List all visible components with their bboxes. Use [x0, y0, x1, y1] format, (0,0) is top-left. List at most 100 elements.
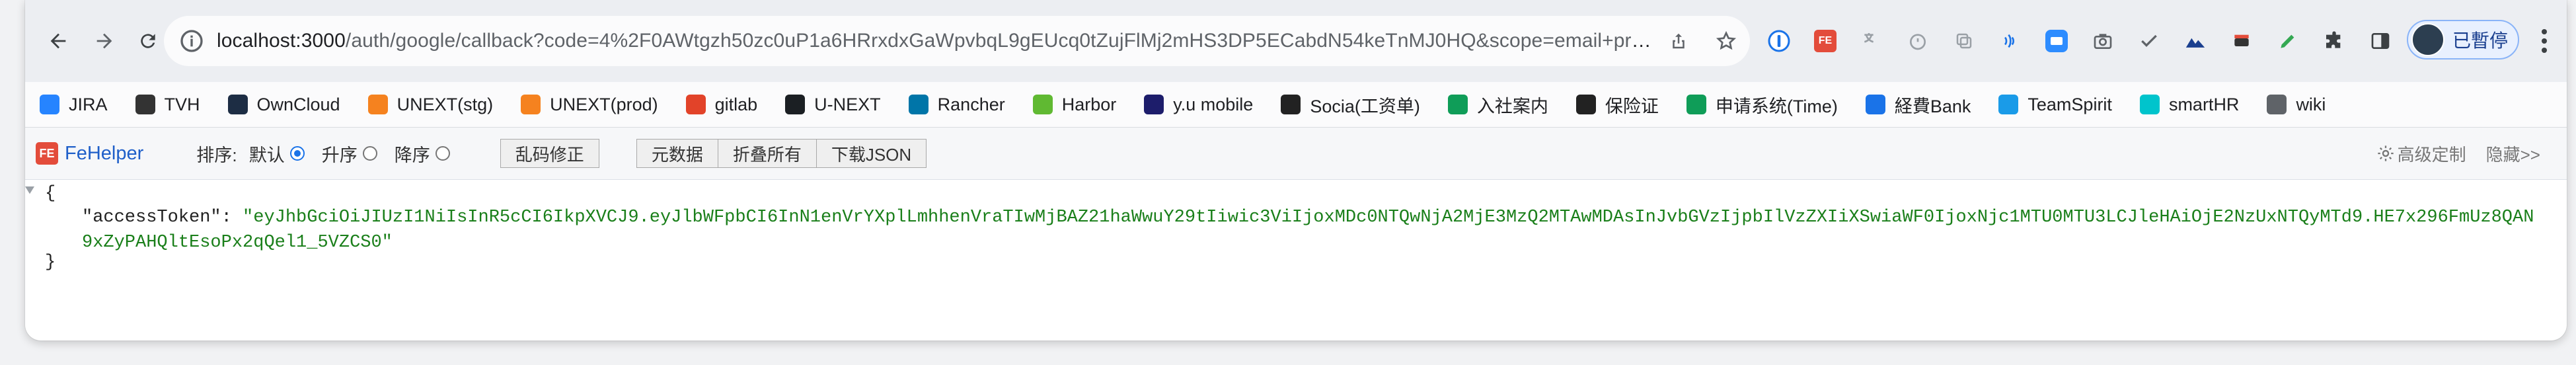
bookmark-item[interactable]: Rancher — [908, 94, 1005, 115]
bookmark-item[interactable]: 経費Bank — [1865, 92, 1971, 118]
gitlab-icon — [685, 95, 706, 114]
bookmark-item[interactable]: UNEXT(prod) — [521, 95, 658, 115]
bookmark-label: U-NEXT — [814, 94, 881, 114]
jira-icon — [40, 95, 59, 114]
fehelper-title[interactable]: FeHelper — [65, 143, 143, 165]
timer-extension-icon[interactable] — [1902, 25, 1934, 57]
sort-asc-label: 升序 — [321, 145, 358, 165]
rancher-icon — [908, 95, 928, 114]
bookmark-item[interactable]: JIRA — [40, 95, 108, 115]
radio-checked-icon[interactable] — [289, 146, 305, 161]
fehelper-icon[interactable]: FE — [1809, 25, 1841, 57]
json-viewer: { "accessToken": "eyJhbGciOiJIUzI1NiIsIn… — [25, 180, 2567, 341]
forward-button[interactable] — [86, 22, 123, 60]
radio-unchecked-icon[interactable] — [362, 146, 377, 161]
bookmark-item[interactable]: TeamSpirit — [1998, 95, 2112, 115]
bookmark-label: UNEXT(prod) — [550, 94, 658, 114]
profile-button[interactable]: 已暫停 — [2407, 20, 2519, 60]
bookmark-item[interactable]: 入社案内 — [1447, 92, 1548, 118]
smarthr-icon — [2139, 95, 2160, 114]
bookmark-item[interactable]: 申请系统(Time) — [1686, 92, 1838, 118]
sort-desc-radio[interactable]: 降序 — [395, 141, 450, 167]
sort-asc-radio[interactable]: 升序 — [322, 141, 377, 167]
fehelper-logo-icon: FE — [36, 142, 58, 165]
folder-icon — [2267, 95, 2287, 114]
browser-menu-icon[interactable] — [2531, 22, 2557, 60]
bookmark-label: JIRA — [69, 94, 108, 114]
bookmark-item[interactable]: UNEXT(stg) — [367, 95, 493, 115]
bookmark-item[interactable]: wiki — [2267, 95, 2326, 115]
yu-icon — [1144, 95, 1164, 114]
bookmark-label: Rancher — [937, 94, 1005, 114]
back-button[interactable] — [40, 22, 77, 60]
bookmark-item[interactable]: OwnCloud — [227, 95, 340, 115]
pencil-icon[interactable] — [2272, 25, 2304, 57]
unext-icon — [521, 95, 541, 114]
url-path: /auth/google/callback?code=4%2F0AWtgzh50… — [345, 30, 1655, 52]
side-panel-icon[interactable] — [2365, 25, 2396, 57]
sort-desc-label: 降序 — [394, 145, 430, 165]
collapse-all-button[interactable]: 折叠所有 — [718, 139, 817, 168]
audio-wave-icon[interactable] — [1994, 25, 2026, 57]
bank-icon — [1865, 95, 1885, 114]
checkmark-icon[interactable] — [2133, 25, 2165, 57]
bookmark-label: Socia(工资单) — [1310, 96, 1420, 116]
address-bar[interactable]: localhost:3000/auth/google/callback?code… — [164, 16, 1750, 66]
fix-encoding-button[interactable]: 乱码修正 — [500, 139, 599, 168]
gear-icon[interactable] — [2376, 144, 2395, 163]
bookmark-item[interactable]: U-NEXT — [785, 95, 881, 115]
bookmark-label: Harbor — [1061, 94, 1117, 114]
camera-icon[interactable] — [2087, 25, 2119, 57]
bookmark-label: TVH — [164, 94, 200, 114]
person-icon — [135, 95, 155, 114]
share-icon[interactable] — [1664, 26, 1693, 56]
reload-icon — [141, 34, 155, 48]
copy-extension-icon[interactable] — [1948, 25, 1980, 57]
bookmark-label: TeamSpirit — [2027, 94, 2112, 114]
bookmark-label: y.u mobile — [1173, 94, 1254, 114]
sort-default-radio[interactable]: 默认 — [249, 141, 305, 167]
radio-unchecked-icon[interactable] — [435, 146, 450, 161]
reload-button[interactable] — [130, 22, 167, 60]
browser-toolbar: localhost:3000/auth/google/callback?code… — [25, 0, 2567, 82]
onepassword-icon[interactable] — [1763, 25, 1795, 57]
bookmarks-bar: JIRA TVH OwnCloud UNEXT(stg) UNEXT(prod) gitl… — [25, 82, 2567, 128]
json-entry: "accessToken": "eyJhbGciOiJIUzI1NiIsInR5… — [82, 205, 2540, 255]
harbor-icon — [1032, 95, 1053, 114]
bookmark-item[interactable]: Socia(工资单) — [1281, 92, 1420, 118]
advanced-settings-link[interactable]: 高级定制 — [2398, 142, 2466, 166]
bookmark-label: 申请系统(Time) — [1715, 96, 1838, 116]
back-arrow-icon — [50, 33, 66, 49]
eraser-icon[interactable] — [2226, 25, 2257, 57]
bookmark-item[interactable]: TVH — [135, 95, 200, 115]
cloud-icon — [227, 95, 248, 114]
unext-icon — [367, 95, 388, 114]
bookmark-star-icon[interactable] — [1712, 26, 1741, 56]
bookmark-label: 保险证 — [1605, 96, 1659, 116]
bookmark-item[interactable]: smartHR — [2139, 94, 2240, 115]
bookmark-item[interactable]: Harbor — [1032, 94, 1117, 115]
site-info-icon[interactable] — [178, 28, 205, 54]
json-value[interactable]: "eyJhbGciOiJIUzI1NiIsInR5cCI6IkpXVCJ9.ey… — [82, 208, 2534, 253]
mountain-icon[interactable] — [2179, 25, 2211, 57]
bookmark-item[interactable]: y.u mobile — [1144, 95, 1253, 115]
bookmark-item[interactable]: gitlab — [685, 95, 757, 115]
collapse-caret-icon[interactable] — [25, 186, 34, 196]
teamspirit-icon — [1998, 95, 2019, 114]
zoom-icon[interactable] — [2041, 25, 2072, 57]
raw-data-button[interactable]: 元数据 — [636, 139, 718, 168]
globe-icon — [1575, 95, 1596, 114]
hide-link[interactable]: 隐藏>> — [2486, 142, 2540, 166]
translate-icon[interactable] — [1856, 25, 1887, 57]
globe-icon — [1281, 95, 1301, 114]
bookmark-label: smartHR — [2168, 94, 2240, 114]
json-key: "accessToken": — [82, 208, 243, 227]
bookmark-item[interactable]: 保险证 — [1575, 92, 1659, 118]
json-close-brace: } — [45, 253, 56, 272]
url-text[interactable]: localhost:3000/auth/google/callback?code… — [217, 30, 1655, 52]
browser-window: localhost:3000/auth/google/callback?code… — [25, 0, 2567, 341]
download-json-button[interactable]: 下载JSON — [816, 139, 927, 168]
avatar — [2411, 23, 2444, 56]
bookmark-label: wiki — [2296, 94, 2326, 114]
puzzle-extensions-icon[interactable] — [2318, 25, 2350, 57]
